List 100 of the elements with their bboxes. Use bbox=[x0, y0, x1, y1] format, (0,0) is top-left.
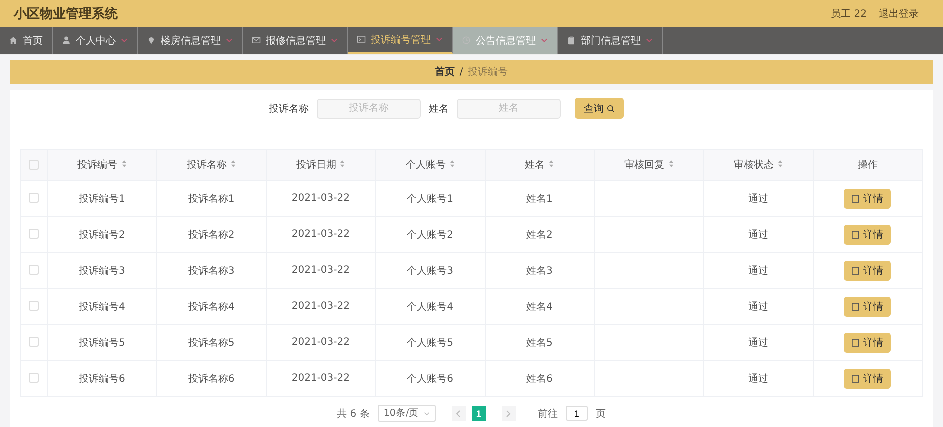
checkbox[interactable] bbox=[29, 265, 39, 276]
logout-link[interactable]: 退出登录 bbox=[879, 6, 919, 20]
table-cell: 姓名4 bbox=[526, 302, 553, 312]
page-size-select[interactable]: 10条/页 bbox=[378, 405, 436, 422]
table-cell: 个人账号4 bbox=[407, 302, 454, 312]
document-icon bbox=[852, 302, 860, 310]
table-cell: 个人账号5 bbox=[407, 338, 454, 348]
monitor-icon bbox=[357, 35, 366, 44]
details-button[interactable]: 详情 bbox=[844, 188, 892, 208]
document-icon bbox=[852, 374, 860, 382]
table-cell: 姓名5 bbox=[526, 338, 553, 348]
checkbox[interactable] bbox=[29, 337, 39, 348]
search-button[interactable]: 查询 bbox=[575, 98, 624, 119]
search-field[interactable]: 姓名 bbox=[457, 98, 561, 118]
nav-tab[interactable]: 个人中心 bbox=[53, 27, 138, 54]
table-cell: 个人账号6 bbox=[407, 374, 454, 384]
checkbox[interactable] bbox=[29, 301, 39, 312]
checkbox[interactable] bbox=[29, 373, 39, 384]
sort-icon bbox=[340, 160, 346, 168]
details-button[interactable]: 详情 bbox=[844, 368, 892, 388]
sort-icon bbox=[450, 160, 455, 168]
breadcrumb-link[interactable]: 首页 bbox=[434, 65, 455, 79]
column-header[interactable]: 个人账号 bbox=[376, 150, 485, 180]
details-button[interactable]: 详情 bbox=[844, 260, 892, 280]
table-cell: 通过 bbox=[748, 338, 768, 348]
sort-icon bbox=[668, 160, 674, 168]
table-cell: 通过 bbox=[748, 266, 768, 276]
table-cell: 姓名1 bbox=[526, 194, 553, 204]
checkbox[interactable] bbox=[29, 229, 39, 240]
breadcrumb-current: 投诉编号 bbox=[468, 66, 508, 79]
caret-icon bbox=[226, 38, 233, 43]
nav-tab[interactable]: 部门信息管理 bbox=[558, 27, 663, 54]
caret-icon bbox=[541, 38, 548, 43]
user-icon bbox=[62, 36, 71, 45]
column-header[interactable]: 操作 bbox=[813, 150, 922, 180]
checkbox[interactable] bbox=[29, 193, 39, 204]
details-button[interactable]: 详情 bbox=[844, 296, 892, 316]
goto-page-field[interactable]: 1 bbox=[566, 406, 588, 421]
page-suffix: 页 bbox=[596, 408, 606, 420]
document-icon bbox=[852, 338, 860, 346]
column-header[interactable]: 审核回复 bbox=[594, 150, 704, 180]
next-page-button[interactable] bbox=[502, 406, 516, 421]
table-cell: 通过 bbox=[748, 194, 768, 204]
table-cell: 投诉名称4 bbox=[188, 302, 235, 312]
clipboard-icon bbox=[567, 36, 576, 45]
table-cell: 投诉编号5 bbox=[79, 338, 126, 348]
nav-tab[interactable]: 首页 bbox=[0, 27, 53, 54]
caret-icon bbox=[121, 38, 128, 43]
chevron-left-icon bbox=[456, 410, 462, 418]
search-field[interactable]: 投诉名称 bbox=[317, 98, 421, 118]
caret-icon bbox=[331, 38, 338, 43]
table-cell: 投诉名称2 bbox=[188, 230, 235, 240]
table-cell: 2021-03-22 bbox=[292, 193, 350, 204]
table-cell: 个人账号3 bbox=[407, 266, 454, 276]
table-cell: 投诉编号4 bbox=[79, 302, 126, 312]
home-icon bbox=[9, 36, 18, 45]
previous-page-button[interactable] bbox=[452, 406, 466, 421]
column-header[interactable]: 投诉日期 bbox=[266, 150, 376, 180]
total-count: 共 6 条 bbox=[337, 408, 370, 420]
search-icon bbox=[607, 104, 615, 112]
details-button[interactable]: 详情 bbox=[844, 332, 892, 352]
table-cell: 投诉编号1 bbox=[79, 194, 126, 204]
table-cell: 通过 bbox=[748, 374, 768, 384]
envelope-icon bbox=[252, 36, 261, 45]
table-cell: 个人账号1 bbox=[407, 194, 454, 204]
user-name: 员工 22 bbox=[831, 8, 867, 20]
table-cell: 投诉名称3 bbox=[188, 266, 235, 276]
column-header[interactable]: 审核状态 bbox=[704, 150, 814, 180]
column-header[interactable]: 投诉编号 bbox=[48, 150, 157, 180]
table-cell: 投诉编号3 bbox=[79, 266, 126, 276]
chevron-right-icon bbox=[506, 410, 512, 418]
checkbox[interactable] bbox=[29, 160, 39, 170]
caret-icon bbox=[436, 37, 443, 42]
column-header[interactable]: 投诉名称 bbox=[156, 150, 266, 180]
table-cell: 2021-03-22 bbox=[292, 229, 350, 240]
table-cell: 2021-03-22 bbox=[292, 265, 350, 276]
nav-tab[interactable]: 报修信息管理 bbox=[243, 27, 348, 54]
chevron-down-icon bbox=[424, 412, 430, 416]
goto-label: 前往 bbox=[538, 408, 558, 420]
sort-icon bbox=[778, 160, 783, 168]
location-pin-icon bbox=[147, 36, 156, 45]
document-icon bbox=[852, 194, 860, 202]
table-cell: 姓名6 bbox=[526, 374, 553, 384]
field-label: 姓名 bbox=[429, 102, 449, 116]
sort-icon bbox=[122, 160, 127, 168]
table-cell: 投诉名称1 bbox=[188, 194, 235, 204]
app-title: 小区物业管理系统 bbox=[14, 6, 118, 22]
details-button[interactable]: 详情 bbox=[844, 224, 892, 244]
table-cell: 投诉编号2 bbox=[79, 230, 126, 240]
caret-icon bbox=[646, 38, 653, 43]
table-cell: 通过 bbox=[748, 302, 768, 312]
table-cell: 投诉名称6 bbox=[188, 374, 235, 384]
table-cell: 2021-03-22 bbox=[292, 337, 350, 348]
column-header[interactable]: 姓名 bbox=[485, 150, 594, 180]
table-cell: 通过 bbox=[748, 230, 768, 240]
table-cell: 姓名2 bbox=[526, 230, 553, 240]
table-cell: 2021-03-22 bbox=[292, 373, 350, 384]
table-cell: 姓名3 bbox=[526, 266, 553, 276]
nav-tab[interactable]: 楼房信息管理 bbox=[138, 27, 243, 54]
table-cell: 投诉编号6 bbox=[79, 374, 126, 384]
